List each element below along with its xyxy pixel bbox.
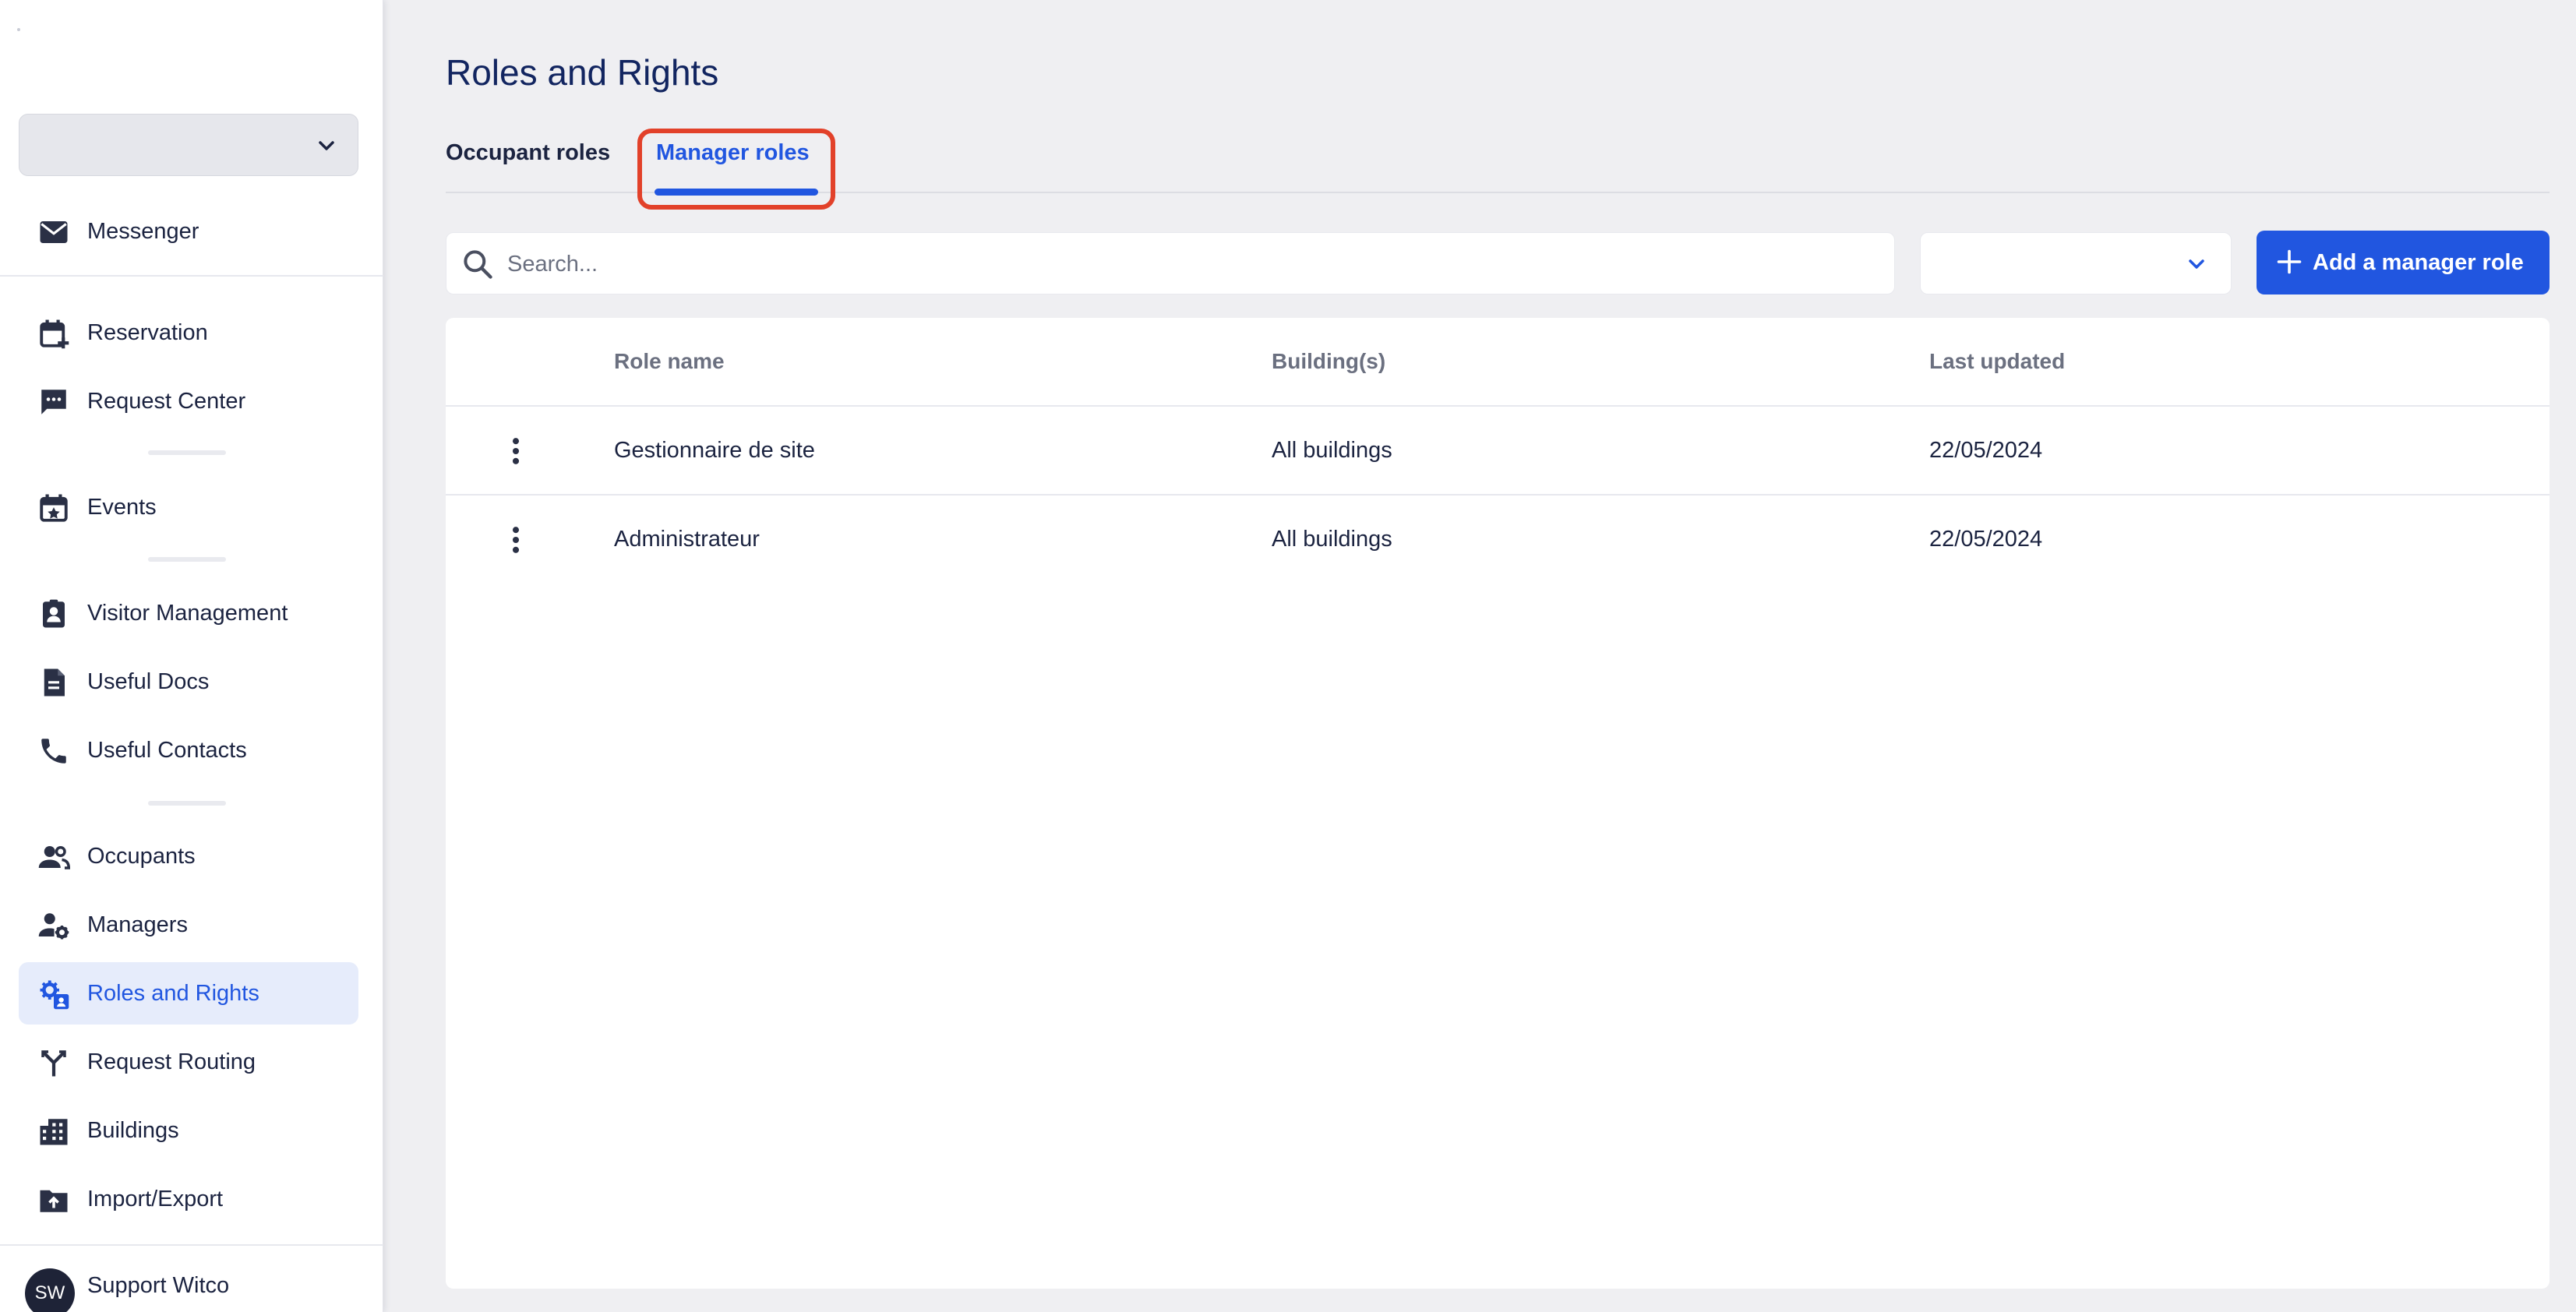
sidebar-item-visitor-management[interactable]: Visitor Management (19, 582, 358, 644)
plus-icon (2277, 249, 2302, 274)
search-icon (464, 250, 492, 279)
column-header-last-updated[interactable]: Last updated (1929, 318, 2065, 405)
chat-icon (37, 386, 70, 418)
sidebar-item-request-center[interactable]: Request Center (19, 370, 358, 432)
last-updated-cell: 22/05/2024 (1929, 527, 2043, 552)
phone-icon (37, 735, 70, 767)
logo-placeholder (17, 28, 20, 31)
tab-occupant-roles[interactable]: Occupant roles (446, 140, 610, 166)
roles-table: Role name Building(s) Last updated Gesti… (446, 318, 2550, 1289)
page-title: Roles and Rights (446, 52, 719, 93)
nav-separator (148, 450, 226, 455)
column-header-role-name[interactable]: Role name (614, 318, 725, 405)
avatar: SW (25, 1268, 75, 1312)
active-tab-indicator (655, 189, 818, 196)
user-profile[interactable]: SW Support Witco (19, 1267, 358, 1312)
more-options-icon[interactable] (499, 432, 533, 470)
sidebar-item-buildings[interactable]: Buildings (19, 1099, 358, 1162)
more-options-icon[interactable] (499, 521, 533, 559)
sidebar-item-label: Request Routing (87, 1049, 256, 1074)
site-selector[interactable] (19, 114, 358, 176)
role-name-cell: Gestionnaire de site (614, 438, 815, 463)
chevron-down-icon (2189, 259, 2204, 269)
sidebar-item-label: Useful Docs (87, 669, 210, 694)
column-header-buildings[interactable]: Building(s) (1272, 318, 1385, 405)
sidebar-scroll-divider (0, 275, 383, 277)
folder-upload-icon (37, 1183, 70, 1216)
add-manager-role-button[interactable]: Add a manager role (2257, 231, 2550, 294)
roles-gear-icon (37, 978, 70, 1010)
search-box[interactable] (446, 232, 1895, 295)
chevron-down-icon (319, 141, 334, 150)
sidebar-item-label: Roles and Rights (87, 981, 259, 1006)
app-root: Messenger Reservation Request Center Eve… (0, 0, 2576, 1312)
sidebar-item-managers[interactable]: Managers (19, 894, 358, 956)
sidebar-item-roles-and-rights[interactable]: Roles and Rights (19, 962, 358, 1025)
user-gear-icon (37, 909, 70, 942)
sidebar-item-label: Request Center (87, 389, 246, 414)
sidebar-item-reservation[interactable]: Reservation (19, 302, 358, 364)
nav-separator (148, 557, 226, 562)
user-name: Support Witco (87, 1273, 230, 1298)
add-button-label: Add a manager role (2313, 250, 2524, 275)
sidebar-item-events[interactable]: Events (19, 476, 358, 538)
sidebar-item-messenger[interactable]: Messenger (19, 200, 358, 263)
sidebar-item-label: Events (87, 495, 157, 520)
sidebar: Messenger Reservation Request Center Eve… (0, 0, 383, 1312)
sidebar-item-label: Buildings (87, 1118, 179, 1143)
sidebar-item-label: Import/Export (87, 1187, 224, 1211)
sidebar-item-label: Visitor Management (87, 601, 288, 626)
table-row[interactable]: Administrateur All buildings 22/05/2024 (446, 494, 2550, 583)
buildings-cell: All buildings (1272, 438, 1392, 463)
tab-manager-roles[interactable]: Manager roles (656, 140, 810, 166)
building-filter-select[interactable] (1920, 232, 2232, 294)
role-name-cell: Administrateur (614, 527, 760, 552)
calendar-plus-icon (37, 317, 70, 350)
sidebar-footer-divider (0, 1244, 383, 1246)
document-icon (37, 666, 70, 699)
last-updated-cell: 22/05/2024 (1929, 438, 2043, 463)
routing-icon (37, 1046, 70, 1079)
sidebar-item-label: Occupants (87, 844, 196, 869)
table-row[interactable]: Gestionnaire de site All buildings 22/05… (446, 405, 2550, 494)
search-input[interactable] (507, 233, 1879, 295)
sidebar-item-label: Messenger (87, 219, 199, 244)
sidebar-item-occupants[interactable]: Occupants (19, 825, 358, 887)
buildings-cell: All buildings (1272, 527, 1392, 552)
sidebar-item-useful-contacts[interactable]: Useful Contacts (19, 719, 358, 781)
sidebar-item-useful-docs[interactable]: Useful Docs (19, 651, 358, 713)
sidebar-item-label: Managers (87, 912, 188, 937)
sidebar-item-label: Useful Contacts (87, 738, 247, 763)
building-icon (37, 1115, 70, 1148)
nav-separator (148, 801, 226, 806)
sidebar-item-label: Reservation (87, 320, 208, 345)
people-icon (37, 841, 70, 873)
badge-icon (37, 598, 70, 630)
sidebar-item-import-export[interactable]: Import/Export (19, 1168, 358, 1230)
sidebar-item-request-routing[interactable]: Request Routing (19, 1031, 358, 1093)
mail-icon (37, 216, 70, 249)
calendar-star-icon (37, 492, 70, 524)
